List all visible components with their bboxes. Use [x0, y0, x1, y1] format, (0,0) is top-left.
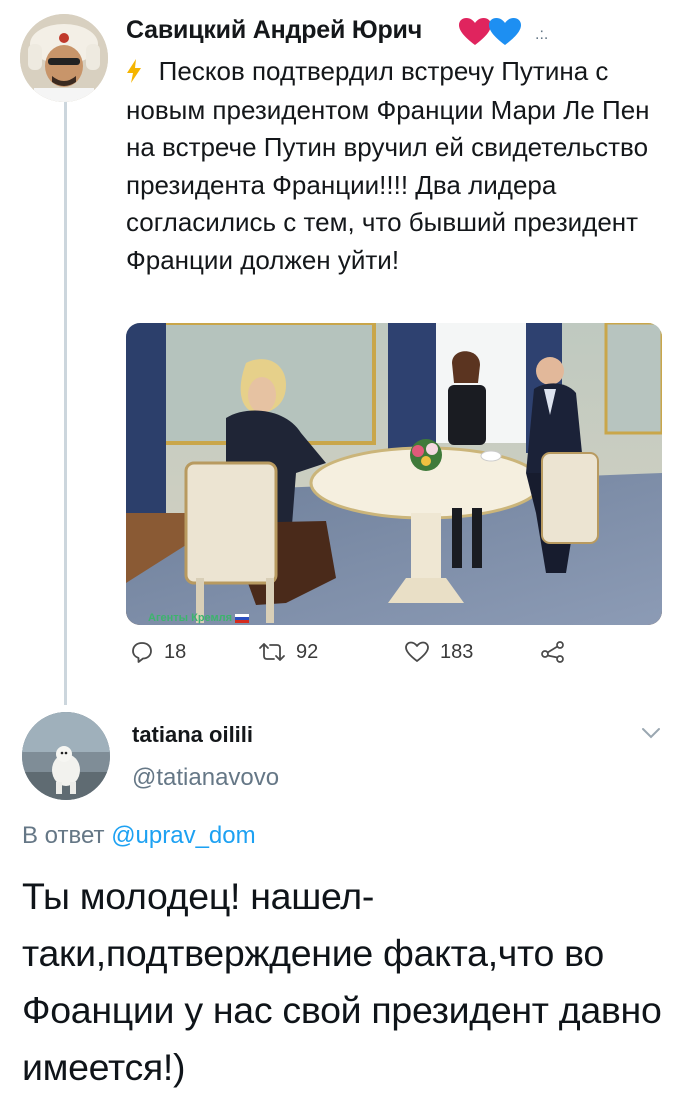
reply-to-handle-link[interactable]: @uprav_dom — [111, 822, 255, 849]
more-options-button[interactable] — [640, 726, 662, 745]
like-count: 183 — [440, 640, 474, 663]
thread-line — [64, 100, 67, 705]
truncation-indicator: .:. — [535, 26, 549, 43]
reply-prefix: В ответ — [22, 822, 105, 849]
author-emojis — [457, 17, 523, 47]
tweet-text: Песков подтвердил встречу Путина с новым… — [126, 53, 671, 279]
like-button[interactable]: 183 — [404, 640, 473, 664]
tweet-photo[interactable] — [126, 323, 662, 625]
retweet-button[interactable]: 92 — [258, 640, 318, 664]
tweet-actions: 18 92 183 — [126, 640, 586, 680]
tweet-text-content: Песков подтвердил встречу Путина с новым… — [126, 56, 650, 275]
reply-author-avatar[interactable] — [22, 712, 110, 800]
reply-context: В ответ @uprav_dom — [22, 822, 256, 850]
blue-heart-icon — [489, 18, 521, 45]
reply-button[interactable]: 18 — [130, 640, 186, 664]
photo-watermark: Агенты Кремля — [148, 612, 250, 624]
reply-text: Ты молодец! нашел-таки,подтверждение фак… — [22, 875, 662, 1088]
chevron-down-icon — [642, 728, 660, 739]
reply-icon — [132, 642, 152, 663]
retweet-count: 92 — [296, 640, 319, 663]
lightning-icon — [126, 59, 149, 86]
share-icon — [541, 641, 564, 663]
share-button[interactable] — [540, 640, 566, 664]
like-icon — [405, 641, 429, 662]
reply-author-handle[interactable]: @tatianavovo — [132, 764, 279, 792]
author-avatar[interactable] — [20, 14, 108, 102]
tweet-author-name[interactable]: Савицкий Андрей Юрич — [126, 16, 422, 45]
reply-author-name[interactable]: tatiana oilili — [132, 722, 253, 748]
reply-count: 18 — [164, 640, 187, 663]
retweet-icon — [259, 643, 285, 661]
